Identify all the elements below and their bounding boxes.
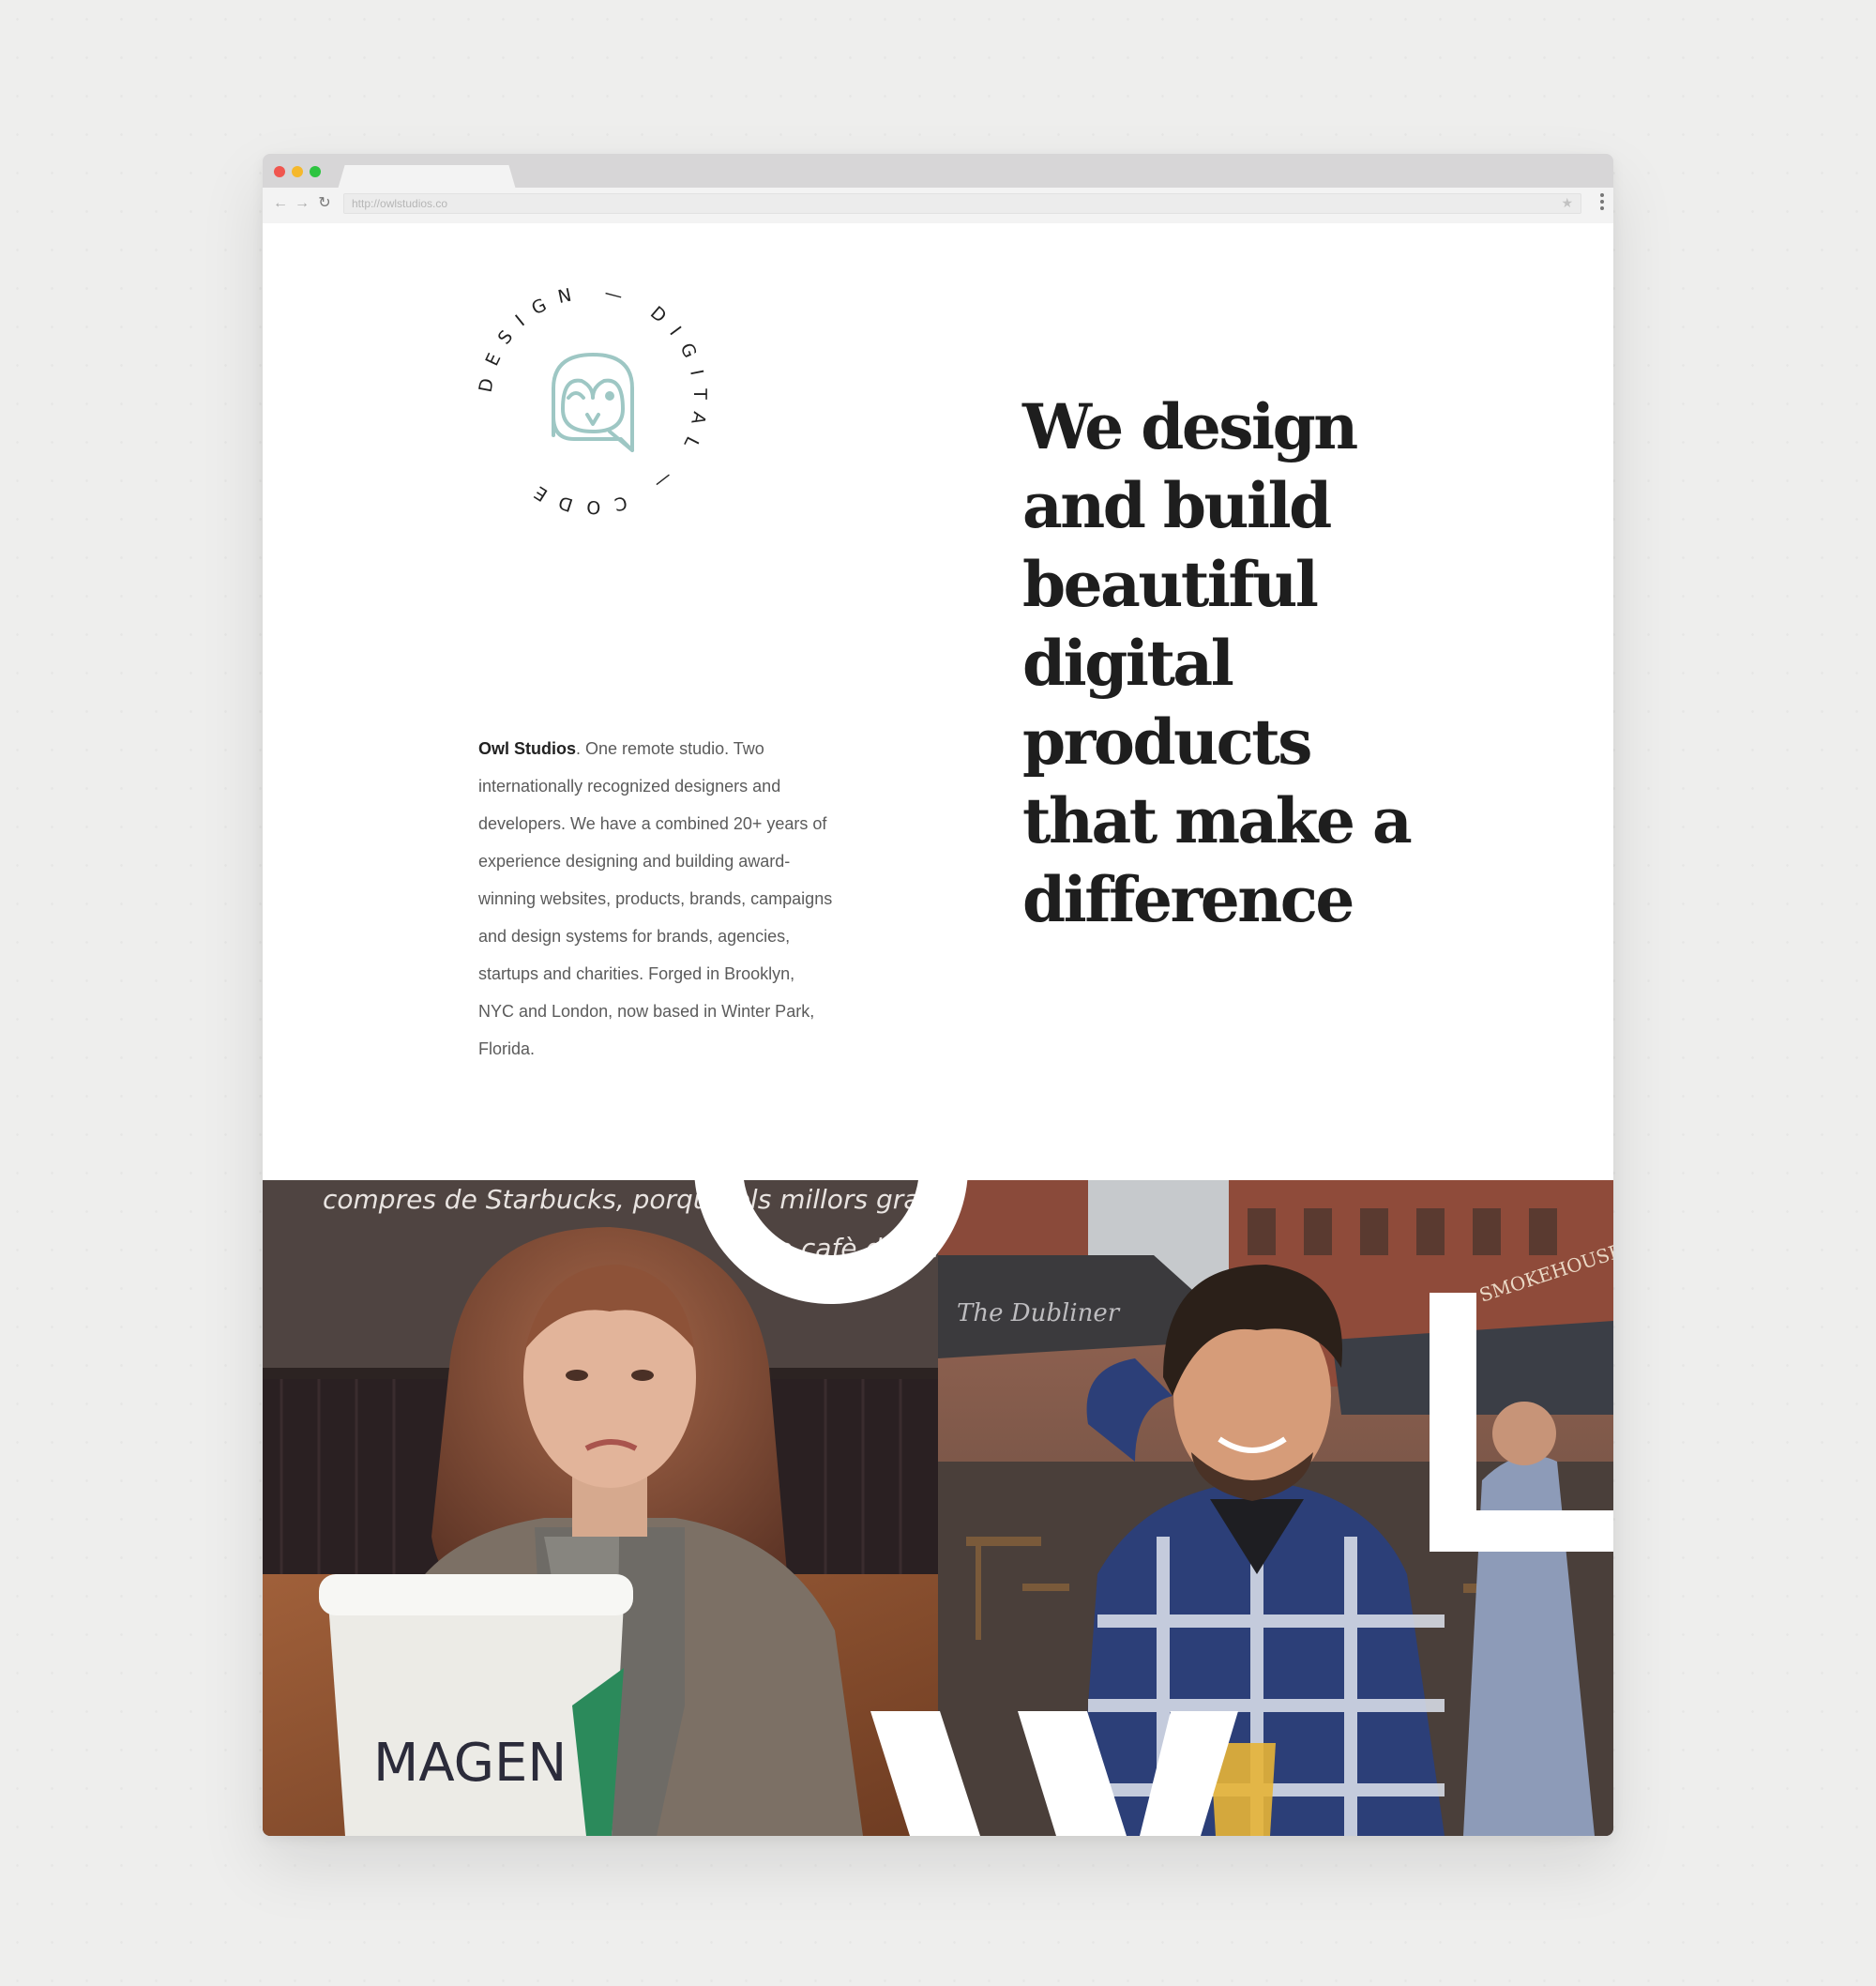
browser-tab[interactable]: [338, 165, 516, 190]
owl-letter-w: [870, 1711, 1238, 1836]
owl-logo-mark: DESIGN — DIGITAL — CODE: [476, 282, 710, 518]
browser-toolbar: ← → ↻ http://owlstudios.co ★: [263, 188, 1613, 224]
headline-line: and build: [1022, 469, 1332, 542]
owl-logo[interactable]: DESIGN — DIGITAL — CODE: [469, 276, 717, 523]
headline-line: beautiful: [1022, 548, 1319, 621]
minimize-window-button[interactable]: [292, 166, 303, 177]
address-bar[interactable]: http://owlstudios.co ★: [343, 193, 1581, 214]
team-photos: compres de Starbucks, porque els millors…: [263, 1180, 1613, 1836]
headline-line: We design: [1022, 390, 1358, 463]
browser-menu-icon[interactable]: [1600, 193, 1604, 214]
tab-strip: [263, 154, 1613, 190]
hero-headline: We design and build beautiful digital pr…: [1022, 387, 1548, 939]
close-window-button[interactable]: [274, 166, 285, 177]
headline-line: that make a: [1022, 784, 1413, 857]
browser-chrome: ← → ↻ http://owlstudios.co ★: [263, 154, 1613, 224]
back-arrow-icon[interactable]: ←: [272, 195, 289, 212]
studio-name: Owl Studios: [478, 739, 577, 758]
headline-line: digital: [1022, 627, 1234, 700]
headline-line: products: [1022, 705, 1312, 779]
logo-ring-text: DESIGN — DIGITAL — CODE: [476, 282, 710, 518]
owl-icon: [552, 353, 634, 452]
headline-line: difference: [1022, 863, 1354, 936]
browser-window: ← → ↻ http://owlstudios.co ★ DESIGN — DI…: [263, 154, 1613, 1836]
forward-arrow-icon[interactable]: →: [294, 195, 310, 212]
bookmark-star-icon[interactable]: ★: [1561, 195, 1573, 211]
studio-intro: Owl Studios. One remote studio. Two inte…: [478, 730, 835, 1068]
reload-icon[interactable]: ↻: [316, 195, 333, 212]
maximize-window-button[interactable]: [310, 166, 321, 177]
studio-description: . One remote studio. Two internationally…: [478, 739, 833, 1058]
url-text: http://owlstudios.co: [352, 197, 448, 210]
